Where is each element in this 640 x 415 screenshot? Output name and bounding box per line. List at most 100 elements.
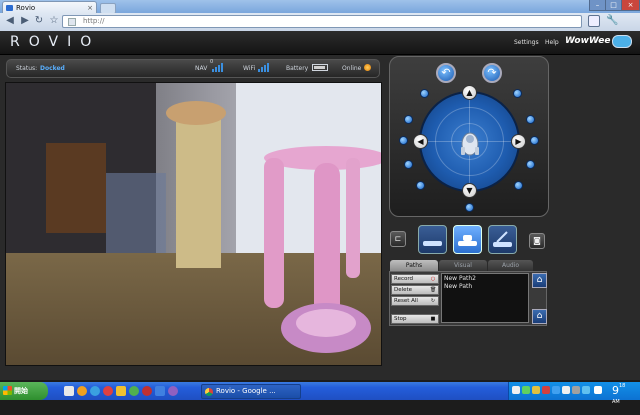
stop-button[interactable]: Stop ■ [391, 314, 439, 324]
head-low-button[interactable] [418, 225, 447, 254]
camera-icon[interactable]: ◙ [529, 233, 545, 249]
start-button[interactable]: 開始 [0, 382, 48, 400]
speed-dot[interactable] [416, 181, 425, 190]
tab-visual[interactable]: Visual [439, 260, 487, 271]
tab-audio[interactable]: Audio [488, 260, 533, 271]
battery-icon [312, 64, 328, 71]
battery-label: Battery [286, 65, 309, 72]
wowwee-eyes-icon [612, 35, 632, 48]
status-value: Docked [40, 65, 65, 72]
quicklaunch-browser-icon[interactable] [77, 386, 87, 396]
settings-link[interactable]: Settings [514, 39, 539, 46]
tray-icon[interactable] [552, 386, 560, 394]
delete-label: Delete [394, 287, 413, 293]
favicon-icon [6, 5, 13, 11]
trash-icon: 🗑 [430, 287, 437, 293]
speed-dot[interactable] [404, 160, 413, 169]
quicklaunch-folder-icon[interactable] [116, 386, 126, 396]
stop-icon: ■ [430, 316, 436, 322]
list-item[interactable]: New Path [444, 283, 526, 291]
quicklaunch-ie-icon[interactable] [90, 386, 100, 396]
speed-dot[interactable] [514, 181, 523, 190]
nav-label: NAV [195, 65, 208, 72]
head-mid-button[interactable] [453, 225, 482, 254]
path-list[interactable]: New Path2 New Path [441, 273, 529, 323]
close-window-button[interactable]: × [621, 0, 640, 11]
online-label: Online [342, 65, 362, 72]
tray-icon[interactable] [522, 386, 530, 394]
language-icon[interactable] [594, 386, 602, 394]
speed-dot[interactable] [404, 115, 413, 124]
rovio-robot-icon [459, 131, 481, 157]
quicklaunch-app-icon[interactable] [103, 386, 113, 396]
windows-logo-icon [3, 386, 12, 395]
address-bar[interactable]: http:// [62, 15, 582, 28]
bookmark-star-icon[interactable]: ☆ [47, 14, 61, 28]
tray-icon[interactable] [532, 386, 540, 394]
help-link[interactable]: Help [545, 39, 559, 46]
head-high-button[interactable] [488, 225, 517, 254]
speed-dot[interactable] [465, 203, 474, 212]
quicklaunch-desktop-icon[interactable] [64, 386, 74, 396]
status-label: Status: [16, 65, 38, 72]
tray-icon[interactable] [512, 386, 520, 394]
quicklaunch-mail-icon[interactable] [155, 386, 165, 396]
tray-icon[interactable] [562, 386, 570, 394]
reload-icon[interactable]: ↻ [32, 14, 46, 28]
wifi-label: WiFi [243, 65, 256, 72]
speed-dot[interactable] [513, 89, 522, 98]
wowwee-logo: WowWee [565, 36, 611, 46]
rotate-right-icon[interactable]: ↷ [482, 63, 502, 83]
minimize-button[interactable]: – [589, 0, 606, 11]
nav-signal-icon [212, 63, 226, 72]
move-forward-button[interactable]: ▲ [462, 85, 477, 100]
record-label: Record [394, 276, 414, 282]
wrench-icon[interactable]: 🔧 [606, 15, 618, 27]
move-backward-button[interactable]: ▼ [462, 183, 477, 198]
clock-minute: 18 [619, 383, 626, 389]
record-icon: ○ [430, 276, 436, 282]
delete-button[interactable]: Delete 🗑 [391, 285, 439, 295]
speed-dot[interactable] [420, 89, 429, 98]
taskbar-item-rovio[interactable]: Rovio - Google ... [201, 384, 301, 399]
battery-level [314, 66, 325, 69]
quicklaunch-music-icon[interactable] [168, 386, 178, 396]
speed-dot[interactable] [399, 136, 408, 145]
home-icon[interactable]: ⌂ [532, 273, 547, 288]
speed-dot[interactable] [530, 136, 539, 145]
wifi-signal-icon [258, 63, 272, 72]
page-menu-icon[interactable] [588, 15, 600, 27]
speed-dot[interactable] [526, 160, 535, 169]
maximize-button[interactable]: □ [605, 0, 622, 11]
camera-frame-image [6, 83, 381, 365]
tray-icon[interactable] [542, 386, 550, 394]
camera-video-feed[interactable] [5, 82, 382, 366]
clock-hour: 9 [612, 384, 619, 397]
rotate-left-icon[interactable]: ↶ [436, 63, 456, 83]
tab-paths[interactable]: Paths [390, 260, 438, 271]
speed-dot[interactable] [526, 115, 535, 124]
headlight-icon[interactable]: ⊏ [390, 231, 406, 247]
volume-icon[interactable] [572, 386, 580, 394]
forward-icon[interactable]: ▶ [18, 14, 32, 28]
network-icon[interactable] [582, 386, 590, 394]
back-icon[interactable]: ◀ [3, 14, 17, 28]
quicklaunch-chrome-icon[interactable] [142, 386, 152, 396]
stop-label: Stop [394, 316, 407, 322]
taskbar-item-label: Rovio - Google ... [216, 387, 276, 395]
start-label: 開始 [14, 387, 28, 395]
move-left-button[interactable]: ◀ [413, 134, 428, 149]
chrome-icon [205, 388, 213, 396]
rovio-logo: ROVIO [10, 34, 101, 50]
quicklaunch-media-icon[interactable] [129, 386, 139, 396]
move-right-button[interactable]: ▶ [511, 134, 526, 149]
list-item[interactable]: New Path2 [444, 275, 526, 283]
reset-icon: ↻ [430, 298, 436, 304]
tab-title: Rovio [16, 4, 36, 12]
taskbar-clock[interactable]: 918 AM [612, 383, 625, 415]
reset-all-button[interactable]: Reset All ↻ [391, 296, 439, 306]
browser-tab[interactable]: Rovio × [2, 1, 97, 13]
go-home-icon[interactable]: ⌂ [532, 309, 547, 324]
record-button[interactable]: Record ○ [391, 274, 439, 284]
online-indicator-icon [364, 64, 371, 71]
